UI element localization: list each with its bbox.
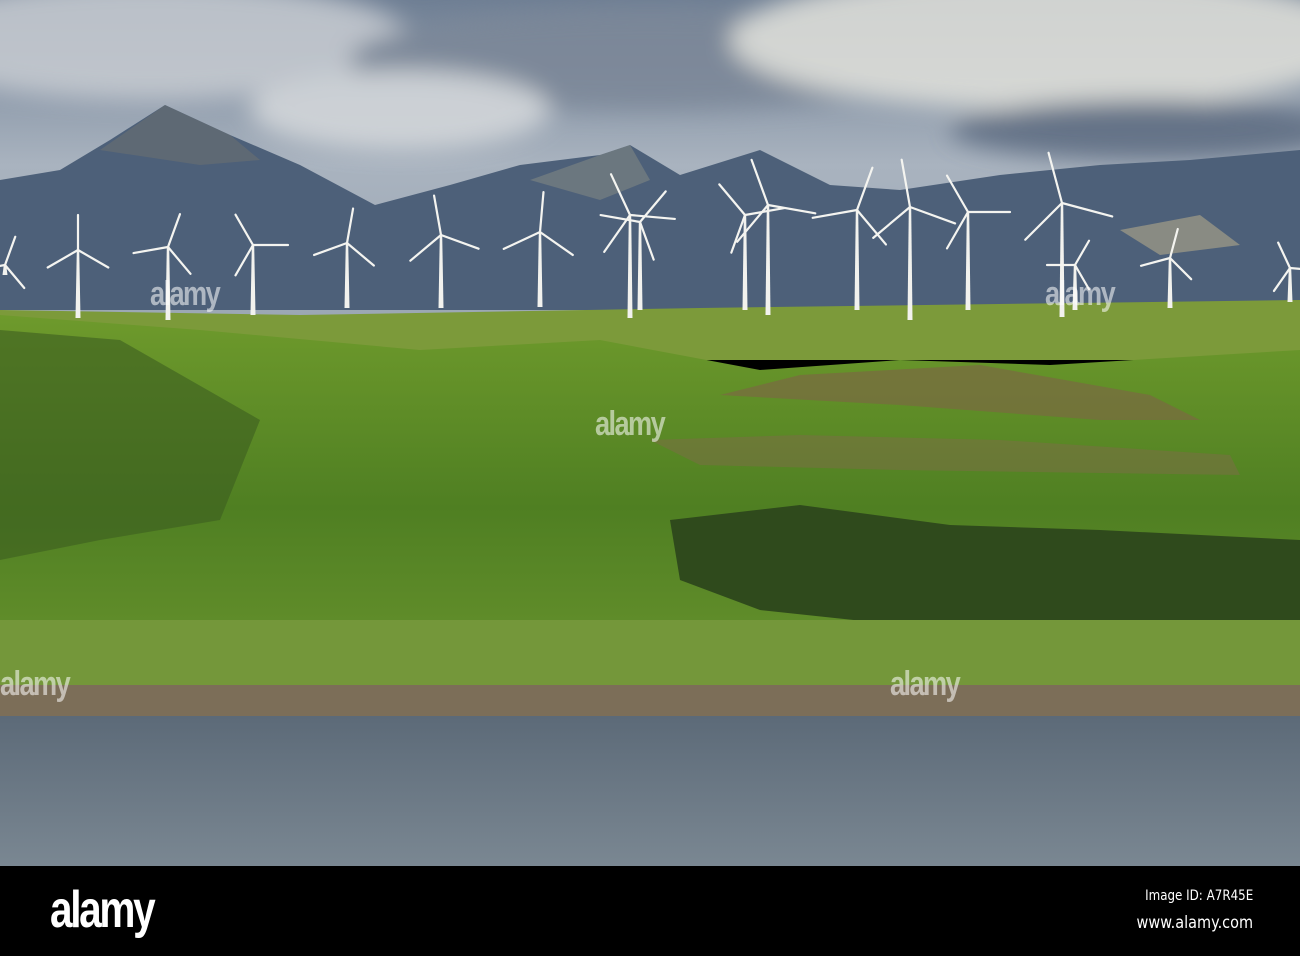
watermark: alamy — [1045, 275, 1116, 313]
alamy-logo: alamy — [50, 881, 156, 939]
image-id: Image ID: A7R45E — [1144, 888, 1253, 904]
watermark: alamy — [595, 405, 666, 443]
footer-bar: alamy Image ID: A7R45E www.alamy.com — [0, 866, 1300, 956]
lake — [0, 716, 1300, 866]
watermark: alamy — [0, 665, 71, 703]
meadow — [0, 620, 1300, 685]
site-url: www.alamy.com — [1136, 913, 1253, 933]
photo: alamy alamy alamy alamy alamy alamy Imag… — [0, 0, 1300, 956]
shore — [0, 685, 1300, 718]
watermark: alamy — [150, 275, 221, 313]
watermark: alamy — [890, 665, 961, 703]
